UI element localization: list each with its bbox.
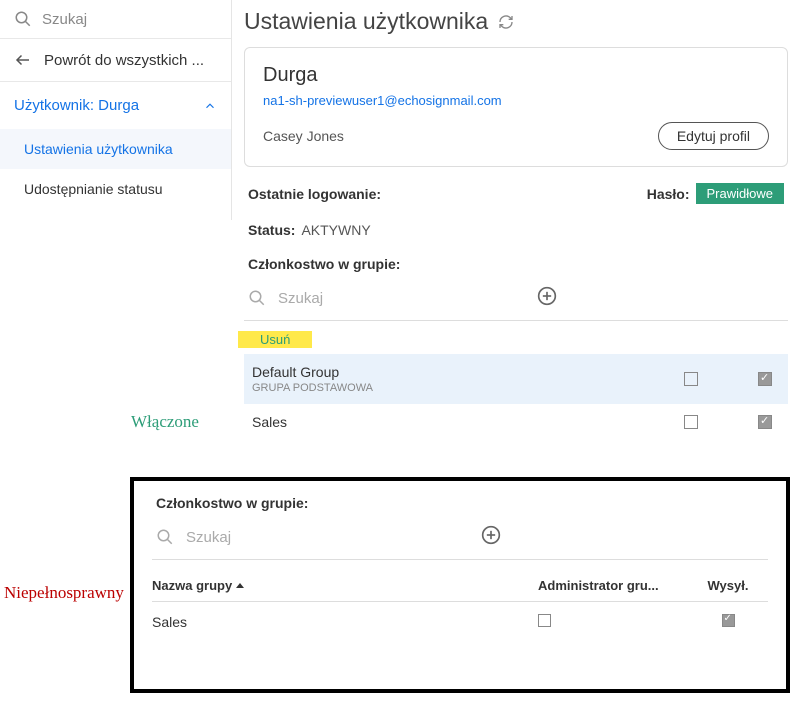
search-icon	[248, 289, 266, 307]
search-icon	[156, 528, 174, 546]
group-row[interactable]: Default Group GRUPA PODSTAWOWA	[244, 354, 788, 404]
status-label: Status:	[248, 222, 295, 238]
group-row[interactable]: Sales	[244, 404, 788, 440]
profile-card: Durga na1-sh-previewuser1@echosignmail.c…	[244, 47, 788, 167]
nav-status-sharing[interactable]: Udostępnianie statusu	[0, 169, 231, 209]
password-status-badge: Prawidłowe	[696, 183, 784, 204]
profile-full-name: Casey Jones	[263, 128, 344, 144]
sidebar-search[interactable]: Szukaj	[0, 0, 231, 39]
sidebar-search-placeholder: Szukaj	[42, 11, 87, 28]
edit-profile-button[interactable]: Edytuj profil	[658, 122, 769, 150]
search-icon	[14, 10, 32, 28]
membership-title: Członkostwo w grupie:	[248, 256, 784, 272]
add-group-button[interactable]	[537, 286, 784, 310]
back-button[interactable]: Powrót do wszystkich ...	[0, 39, 231, 82]
comparison-panel: Członkostwo w grupie: Szukaj Nazwa grupy…	[130, 477, 790, 693]
status-value: AKTYWNY	[301, 222, 370, 238]
framed-search[interactable]: Szukaj	[152, 525, 768, 560]
page-title: Ustawienia użytkownika	[244, 8, 488, 35]
col-group-name[interactable]: Nazwa grupy	[152, 578, 538, 593]
profile-name: Durga	[263, 64, 769, 87]
last-login-label: Ostatnie logowanie:	[248, 186, 381, 202]
password-label: Hasło:	[647, 186, 690, 202]
group-send-checkbox[interactable]	[758, 372, 772, 386]
row-send-checkbox[interactable]	[722, 614, 735, 627]
col-admin[interactable]: Administrator gru...	[538, 578, 688, 593]
user-header-label: Użytkownik: Durga	[14, 97, 139, 114]
group-admin-checkbox[interactable]	[684, 372, 698, 386]
col-send[interactable]: Wysył.	[688, 578, 768, 593]
annotation-disabled: Niepełnosprawny	[4, 583, 124, 603]
nav-user-settings[interactable]: Ustawienia użytkownika	[0, 129, 231, 169]
membership-search-placeholder: Szukaj	[278, 290, 525, 307]
refresh-icon[interactable]	[498, 14, 514, 30]
chevron-up-icon	[203, 99, 217, 113]
group-name: Default Group	[252, 364, 684, 380]
sort-asc-icon	[236, 583, 244, 588]
user-header[interactable]: Użytkownik: Durga	[0, 82, 231, 129]
table-row[interactable]: Sales	[152, 602, 768, 642]
group-send-checkbox[interactable]	[758, 415, 772, 429]
remove-tag[interactable]: Usuń	[238, 331, 312, 348]
framed-search-placeholder: Szukaj	[186, 529, 469, 546]
back-label: Powrót do wszystkich ...	[44, 52, 204, 69]
profile-email[interactable]: na1-sh-previewuser1@echosignmail.com	[263, 93, 769, 108]
group-admin-checkbox[interactable]	[684, 415, 698, 429]
framed-add-button[interactable]	[481, 525, 764, 549]
framed-title: Członkostwo w grupie:	[156, 495, 764, 511]
membership-search[interactable]: Szukaj	[244, 286, 788, 321]
group-name: Sales	[252, 414, 684, 430]
arrow-left-icon	[14, 51, 32, 69]
row-group-name: Sales	[152, 614, 538, 630]
group-subtitle: GRUPA PODSTAWOWA	[252, 382, 684, 394]
row-admin-checkbox[interactable]	[538, 614, 551, 627]
annotation-enabled: Włączone	[131, 412, 199, 432]
